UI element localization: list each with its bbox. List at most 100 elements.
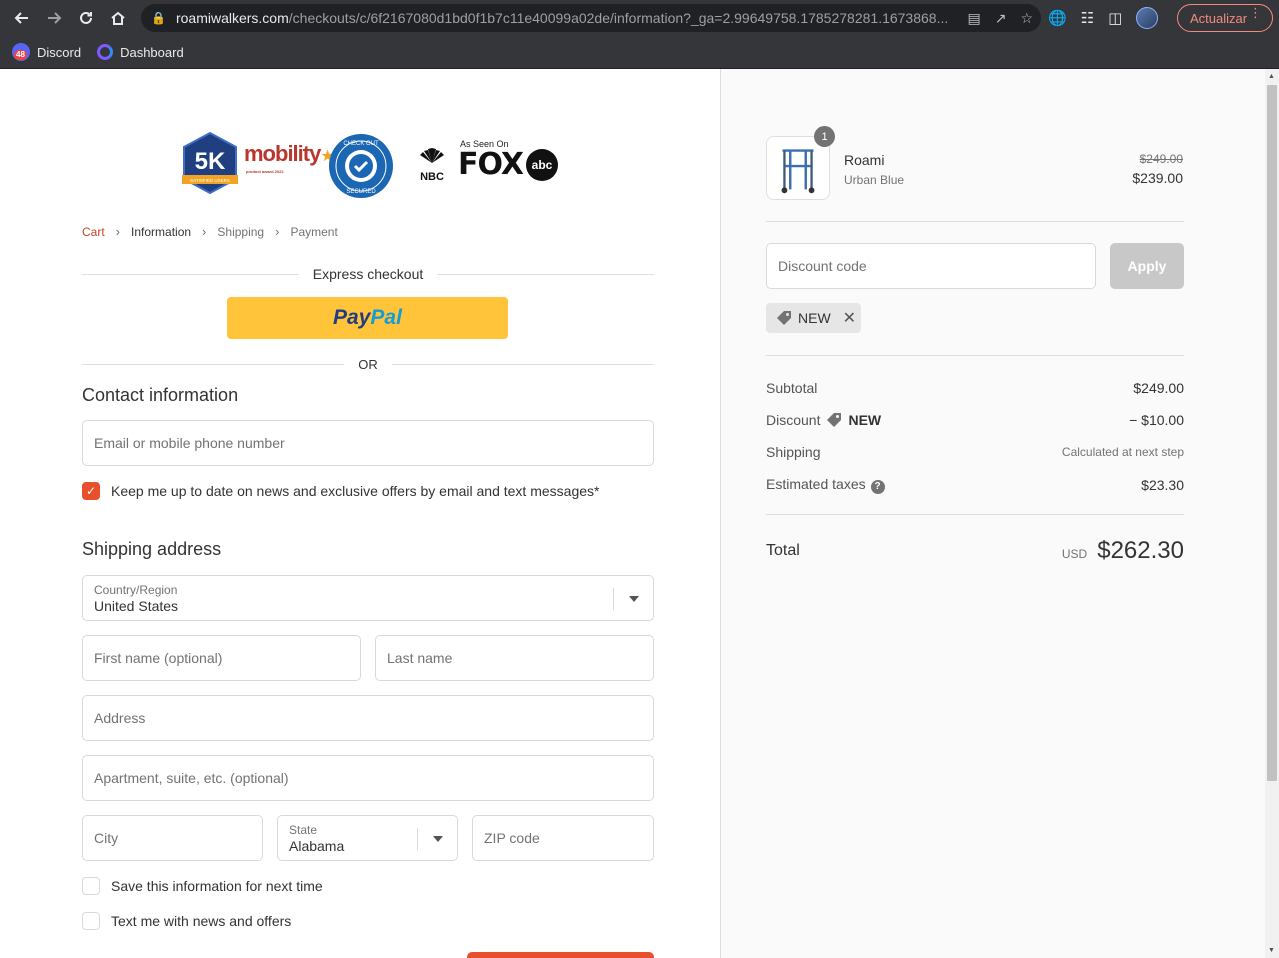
lock-icon: 🔒: [151, 11, 166, 25]
express-checkout-heading: Express checkout: [82, 265, 654, 283]
reload-icon[interactable]: [70, 0, 102, 36]
apartment-field[interactable]: Apartment, suite, etc. (optional): [82, 755, 654, 801]
dashboard-icon: [97, 44, 114, 60]
product-name: Roami: [844, 152, 885, 168]
taxes-label: Estimated taxes: [766, 476, 866, 492]
breadcrumb-payment: Payment: [290, 224, 338, 239]
five-k-text: 5K: [195, 148, 226, 175]
nbc-text: NBC: [420, 171, 444, 183]
close-icon[interactable]: ✕: [843, 308, 856, 328]
extensions-area: 🌐 ☷ ◫: [1048, 0, 1159, 36]
total-label: Total: [766, 542, 800, 559]
discount-code: NEW: [848, 412, 882, 428]
discount-label: Discount: [766, 412, 821, 428]
mobility-award-logo: mobility★ product award 2022: [244, 141, 335, 174]
first-name-field[interactable]: First name (optional): [82, 635, 361, 681]
last-name-placeholder: Last name: [387, 650, 453, 666]
scroll-up-icon[interactable]: ▲: [1268, 73, 1275, 80]
shipping-value: Calculated at next step: [1061, 445, 1184, 459]
marketing-checkbox[interactable]: ✓: [82, 482, 100, 500]
paypal-button[interactable]: Pay Pal: [227, 297, 508, 339]
side-panel-icon[interactable]: ◫: [1108, 9, 1122, 27]
city-field[interactable]: City: [82, 815, 263, 861]
taxes-value: $23.30: [1141, 476, 1184, 493]
product-price: $239.00: [1132, 170, 1183, 186]
paypal-pay-text: Pay: [333, 306, 371, 329]
total-currency: USD: [1061, 547, 1088, 561]
save-info-checkbox[interactable]: [82, 877, 100, 895]
bookmark-label: Dashboard: [120, 44, 184, 60]
divider: [766, 355, 1184, 356]
marketing-label: Keep me up to date on news and exclusive…: [111, 483, 600, 499]
divider: [437, 273, 654, 275]
kebab-menu-icon[interactable]: ⋮: [1249, 6, 1262, 19]
discord-badge: 48: [14, 50, 27, 60]
address-field[interactable]: Address: [82, 695, 654, 741]
save-info-option[interactable]: Save this information for next time: [82, 877, 323, 895]
continue-to-shipping-button[interactable]: [467, 952, 654, 958]
address-placeholder: Address: [94, 710, 146, 726]
city-placeholder: City: [94, 830, 119, 846]
breadcrumb-shipping: Shipping: [217, 224, 265, 239]
text-me-checkbox[interactable]: [82, 912, 100, 930]
mobility-text: mobility: [244, 141, 321, 166]
paypal-pal-text: Pal: [370, 306, 402, 329]
mobility-sub: product award 2022: [246, 169, 284, 174]
applied-discount-tag: NEW ✕: [766, 303, 861, 333]
subtotal-value: $249.00: [1133, 380, 1184, 396]
bookmark-discord[interactable]: 48 Discord: [12, 43, 81, 61]
omnibox-actions: ▤ ↗ ☆: [959, 4, 1033, 32]
back-arrow-icon[interactable]: [6, 0, 38, 36]
url-host: roamiwalkers.com: [175, 10, 289, 26]
profile-avatar[interactable]: [1136, 7, 1159, 29]
url-path: /checkouts/c/6f2167080d1bd0f1b7c11e40099…: [288, 10, 949, 26]
globe-icon[interactable]: 🌐: [1048, 9, 1067, 27]
scroll-down-icon[interactable]: ▼: [1268, 947, 1275, 954]
breadcrumb-information: Information: [131, 224, 192, 239]
chevron-down-icon: [613, 588, 653, 610]
total-row: Total USD $262.30: [766, 537, 1184, 565]
bookmark-dashboard[interactable]: Dashboard: [97, 44, 184, 60]
share-icon[interactable]: ↗: [995, 10, 1007, 27]
country-select[interactable]: Country/Region United States: [82, 575, 654, 621]
marketing-opt-in[interactable]: ✓ Keep me up to date on news and exclusi…: [82, 482, 599, 500]
star-icon[interactable]: ☆: [1020, 10, 1033, 27]
email-field[interactable]: Email or mobile phone number: [82, 420, 654, 466]
discount-code-input[interactable]: Discount code: [766, 243, 1096, 289]
contact-information-heading: Contact information: [82, 385, 239, 405]
puzzle-icon[interactable]: ☷: [1081, 9, 1094, 27]
zip-field[interactable]: ZIP code: [472, 815, 654, 861]
discord-icon: 48: [12, 43, 30, 61]
quantity-badge: 1: [814, 126, 835, 147]
checkout-page: 5K SATISFIED USERS mobility★ product awa…: [0, 69, 1279, 958]
address-bar[interactable]: 🔒 roamiwalkers.com/checkouts/c/6f2167080…: [141, 4, 1041, 32]
express-checkout-label: Express checkout: [312, 266, 424, 282]
text-me-label: Text me with news and offers: [111, 913, 292, 929]
chevron-right-icon: ›: [115, 224, 121, 239]
help-icon[interactable]: ?: [870, 479, 885, 494]
or-divider: OR: [82, 355, 654, 373]
email-placeholder: Email or mobile phone number: [94, 435, 285, 451]
state-select[interactable]: State Alabama: [277, 815, 458, 861]
total-amount-group: USD $262.30: [1062, 537, 1184, 565]
breadcrumb-cart-link[interactable]: Cart: [82, 225, 105, 239]
taxes-label-group: Estimated taxes?: [766, 476, 885, 494]
text-me-option[interactable]: Text me with news and offers: [82, 912, 291, 930]
page-scrollbar[interactable]: ▲ ▼: [1265, 69, 1279, 958]
forward-arrow-icon[interactable]: [38, 0, 70, 36]
five-k-badge-logo: 5K SATISFIED USERS: [182, 131, 238, 195]
home-icon[interactable]: [102, 0, 134, 36]
scrollbar-thumb[interactable]: [1267, 85, 1277, 781]
product-variant: Urban Blue: [844, 173, 905, 187]
subtotal-row: Subtotal $249.00: [766, 380, 1184, 396]
last-name-field[interactable]: Last name: [375, 635, 654, 681]
apply-button[interactable]: Apply: [1110, 243, 1184, 289]
update-button[interactable]: Actualizar ⋮: [1177, 4, 1273, 32]
checkout-main: 5K SATISFIED USERS mobility★ product awa…: [0, 69, 720, 958]
update-label: Actualizar: [1190, 10, 1248, 26]
chevron-down-icon: [417, 828, 457, 850]
bookmark-label: Discord: [37, 44, 82, 60]
translate-icon[interactable]: ▤: [967, 10, 980, 27]
divider: [82, 273, 299, 275]
divider: [82, 363, 345, 365]
